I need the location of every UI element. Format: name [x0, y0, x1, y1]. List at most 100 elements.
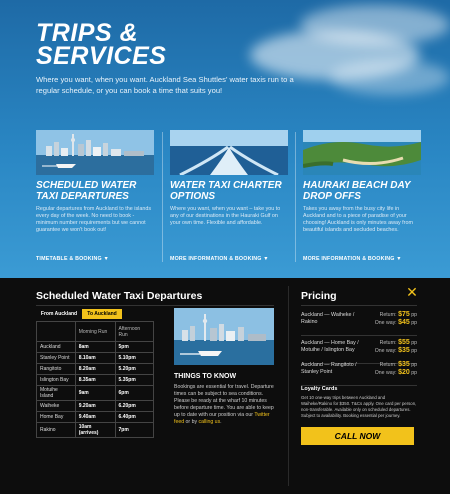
timetable-grid: Morning Run Afternoon Run Auckland 8am 5… [36, 321, 155, 438]
afternoon-time: 5.20pm [114, 363, 155, 375]
table-row: Home Bay 9.40am 6.40pm [36, 411, 155, 423]
card-title: SCHEDULED WATER TAXI DEPARTURES [36, 180, 137, 202]
things-to-know-end: . [220, 419, 222, 425]
card-description: Where you want, when you want – take you… [170, 206, 281, 226]
timetable-tabs: From Auckland To Auckland [36, 308, 154, 320]
stop-name: Home Bay [36, 411, 76, 423]
one-way-label: One way: [374, 320, 397, 326]
route-name: Auckland — Home Bay / Motuihe / Islingto… [301, 340, 359, 353]
return-price: $55 [398, 339, 410, 346]
divider [36, 305, 274, 306]
afternoon-time: 6pm [114, 385, 155, 401]
tab-from-auckland[interactable]: From Auckland [36, 309, 82, 319]
hero-section: TRIPS & SERVICES Where you want, when yo… [0, 0, 450, 278]
cloud-decoration [330, 60, 450, 95]
price-unit: pp [411, 348, 417, 354]
one-way-price: $35 [398, 347, 410, 354]
schedule-title: Scheduled Water Taxi Departures [36, 290, 203, 302]
stop-name: Auckland [36, 341, 76, 353]
card-image-city-skyline [36, 130, 154, 175]
card-title: WATER TAXI CHARTER OPTIONS [170, 180, 282, 202]
return-label: Return: [379, 312, 397, 318]
harbour-photo [174, 308, 274, 365]
table-row: Stanley Point 8.10am 5.10pm [36, 352, 155, 364]
things-to-know-title: THINGS TO KNOW [174, 373, 237, 380]
price-unit: pp [411, 312, 417, 318]
page-title-line2: SERVICES [36, 42, 167, 70]
route-prices: Return: $55 pp One way: $35 pp [367, 339, 417, 355]
return-label: Return: [379, 340, 397, 346]
price-unit: pp [411, 320, 417, 326]
table-row: Motuihe Island 9am 6pm [36, 385, 155, 401]
card-description: Takes you away from the busy city life i… [303, 206, 413, 233]
page-title: TRIPS & SERVICES [36, 21, 236, 70]
card-title: HAURAKI BEACH DAY DROP OFFS [303, 180, 411, 202]
card-image-boat-wake [170, 130, 288, 175]
price-unit: pp [411, 370, 417, 376]
morning-time: 8am [74, 341, 116, 353]
card-divider [295, 132, 296, 262]
table-row: Islington Bay 8.35am 5.35pm [36, 374, 155, 386]
morning-time: 8.10am [74, 352, 116, 364]
hero-description: Where you want, when you want. Auckland … [36, 75, 294, 95]
pricing-title: Pricing [301, 290, 337, 302]
cloud-decoration [300, 5, 450, 45]
table-row: Auckland 8am 5pm [36, 341, 155, 353]
timetable-booking-link[interactable]: TIMETABLE & BOOKING ▼ [36, 256, 109, 262]
divider [288, 286, 289, 486]
stop-name: Stanley Point [36, 352, 76, 364]
afternoon-time: 6.20pm [114, 400, 155, 412]
morning-time: 10am (arrives) [74, 422, 116, 438]
stop-name: Islington Bay [36, 374, 76, 386]
table-row: Waiheke 9.20am 6.20pm [36, 400, 155, 412]
stop-name: Rangitoto [36, 363, 76, 375]
route-name: Auckland — Rangitoto / Stanley Point [301, 362, 357, 375]
call-now-button[interactable]: CALL NOW [301, 427, 414, 445]
return-price: $35 [398, 361, 410, 368]
price-row: Auckland — Rangitoto / Stanley Point Ret… [301, 358, 417, 386]
morning-time: 8.20am [74, 363, 116, 375]
morning-time: 8.35am [74, 374, 116, 386]
charter-info-link[interactable]: MORE INFORMATION & BOOKING ▼ [170, 256, 269, 262]
morning-time: 9.40am [74, 411, 116, 423]
service-cards: SCHEDULED WATER TAXI DEPARTURES Regular … [36, 130, 421, 265]
tab-to-auckland[interactable]: To Auckland [82, 309, 122, 319]
calling-us-link[interactable]: calling us [199, 419, 221, 425]
afternoon-time: 6.40pm [114, 411, 155, 423]
beach-info-link[interactable]: MORE INFORMATION & BOOKING ▼ [303, 256, 402, 262]
route-name: Auckland — Waiheke / Rakino [301, 312, 355, 325]
card-image-island-beach [303, 130, 421, 175]
loyalty-title: Loyalty Cards [301, 386, 338, 392]
price-unit: pp [411, 362, 417, 368]
price-row: Auckland — Waiheke / Rakino Return: $75 … [301, 308, 417, 336]
route-prices: Return: $35 pp One way: $20 pp [367, 361, 417, 377]
afternoon-time: 7pm [114, 422, 155, 438]
route-prices: Return: $75 pp One way: $45 pp [367, 311, 417, 327]
loyalty-text: Get 10 one-way trips between Auckland an… [301, 395, 417, 418]
column-header [36, 321, 76, 342]
card-description: Regular departures from Auckland to the … [36, 206, 152, 233]
card-scheduled: SCHEDULED WATER TAXI DEPARTURES Regular … [36, 130, 154, 265]
return-label: Return: [379, 362, 397, 368]
afternoon-time: 5.10pm [114, 352, 155, 364]
one-way-label: One way: [374, 348, 397, 354]
timetable: From Auckland To Auckland Morning Run Af… [36, 308, 155, 460]
table-row: Rangitoto 8.20am 5.20pm [36, 363, 155, 375]
table-header-row: Morning Run Afternoon Run [36, 321, 155, 342]
afternoon-time: 5pm [114, 341, 155, 353]
one-way-price: $20 [398, 369, 410, 376]
morning-time: 9.20am [74, 400, 116, 412]
column-header: Morning Run [74, 321, 116, 342]
table-row: Rakino 10am (arrives) 7pm [36, 422, 155, 438]
stop-name: Rakino [36, 422, 76, 438]
morning-time: 9am [74, 385, 116, 401]
close-icon[interactable]: ✕ [405, 285, 419, 299]
divider [301, 305, 417, 306]
card-divider [162, 132, 163, 262]
afternoon-time: 5.35pm [114, 374, 155, 386]
card-beach-drop: HAURAKI BEACH DAY DROP OFFS Takes you aw… [303, 130, 421, 265]
one-way-label: One way: [374, 370, 397, 376]
return-price: $75 [398, 311, 410, 318]
column-header: Afternoon Run [114, 321, 155, 342]
price-unit: pp [411, 340, 417, 346]
